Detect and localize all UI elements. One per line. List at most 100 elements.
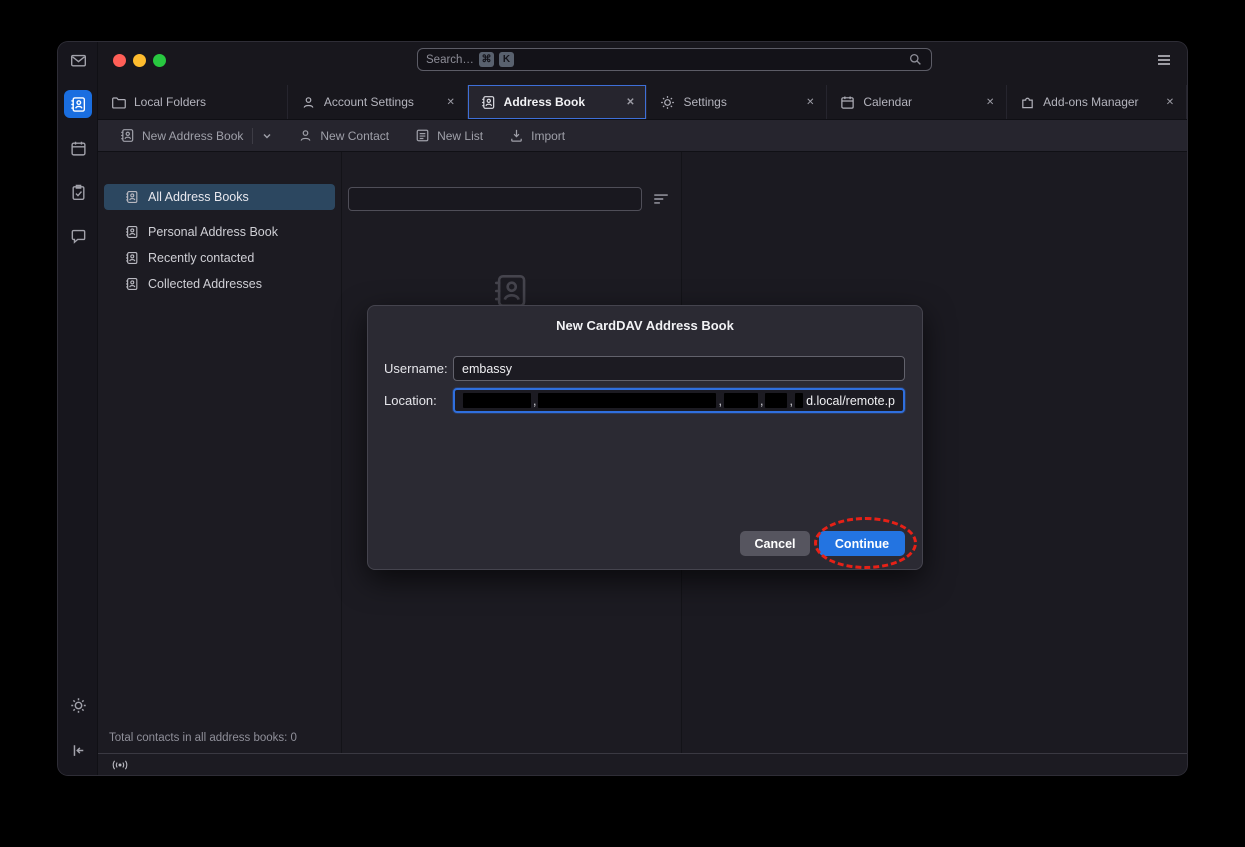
redaction-bar (463, 393, 531, 408)
tab-label: Add-ons Manager (1043, 95, 1154, 109)
book-row-label: All Address Books (148, 190, 249, 204)
book-row-collected-addresses[interactable]: Collected Addresses (104, 271, 335, 297)
total-contacts-status: Total contacts in all address books: 0 (109, 732, 297, 744)
gear-icon (70, 697, 87, 714)
addons-icon (1020, 95, 1035, 110)
new-list-button[interactable]: New List (407, 124, 491, 148)
new-contact-button[interactable]: New Contact (290, 124, 397, 148)
search-icon (908, 52, 923, 67)
redaction-bar (538, 393, 716, 408)
window-controls (113, 54, 166, 67)
location-input[interactable]: , , , , d.local/remote.p (453, 388, 905, 413)
chevron-down-icon[interactable] (262, 131, 272, 141)
address-book-icon (125, 251, 139, 265)
global-search-bar[interactable]: Search… ⌘ K (417, 48, 932, 71)
continue-button[interactable]: Continue (819, 531, 905, 556)
cmd-keycap: ⌘ (479, 52, 494, 67)
redaction-separator: , (789, 394, 792, 408)
titlebar: Search… ⌘ K (98, 42, 1187, 78)
book-row-personal[interactable]: Personal Address Book (104, 219, 335, 245)
location-label: Location: (384, 393, 453, 408)
space-mail-button[interactable] (64, 46, 92, 74)
address-book-icon (70, 96, 87, 113)
tab-close-button[interactable]: ✕ (1162, 94, 1178, 110)
redaction-separator: , (760, 394, 763, 408)
tab-settings[interactable]: Settings ✕ (647, 85, 827, 119)
location-visible-text: d.local/remote.p (806, 394, 895, 408)
redaction-separator: , (533, 394, 536, 408)
book-row-label: Recently contacted (148, 251, 254, 265)
zoom-window-button[interactable] (153, 54, 166, 67)
tab-label: Calendar (863, 95, 974, 109)
new-carddav-dialog: New CardDAV Address Book Username: Locat… (367, 305, 923, 570)
username-row: Username: (384, 356, 905, 381)
tasks-icon (70, 184, 87, 201)
tab-address-book[interactable]: Address Book ✕ (468, 85, 648, 119)
import-button[interactable]: Import (501, 124, 573, 148)
tab-label: Address Book (504, 95, 615, 109)
minimize-window-button[interactable] (133, 54, 146, 67)
tab-close-button[interactable]: ✕ (622, 94, 638, 110)
space-chat-button[interactable] (64, 222, 92, 250)
account-settings-icon (301, 95, 316, 110)
tab-local-folders[interactable]: Local Folders (98, 85, 288, 119)
space-addressbook-button[interactable] (64, 90, 92, 118)
search-placeholder-text: Search… (426, 54, 474, 66)
new-address-book-button[interactable]: New Address Book (112, 124, 280, 148)
mail-icon (70, 52, 87, 69)
location-row: Location: , , , , d.local/remote.p (384, 388, 905, 413)
book-row-label: Collected Addresses (148, 277, 262, 291)
button-label: Import (531, 129, 565, 143)
collapse-spaces-button[interactable] (64, 736, 92, 764)
tab-calendar[interactable]: Calendar ✕ (827, 85, 1007, 119)
import-icon (509, 128, 524, 143)
calendar-icon (70, 140, 87, 157)
k-keycap: K (499, 52, 514, 67)
contacts-search-input[interactable] (348, 187, 642, 211)
folder-icon (111, 95, 126, 110)
tab-account-settings[interactable]: Account Settings ✕ (288, 85, 468, 119)
split-divider (252, 128, 253, 144)
book-row-label: Personal Address Book (148, 225, 278, 239)
address-book-icon (125, 277, 139, 291)
book-row-all-address-books[interactable]: All Address Books (104, 184, 335, 210)
spaces-toolbar (58, 42, 98, 775)
redaction-bar (795, 393, 803, 408)
username-label: Username: (384, 361, 453, 376)
tab-label: Local Folders (134, 95, 279, 109)
space-calendar-button[interactable] (64, 134, 92, 162)
spaces-settings-button[interactable] (64, 691, 92, 719)
gear-icon (660, 95, 675, 110)
address-book-icon (120, 128, 135, 143)
tab-addons-manager[interactable]: Add-ons Manager ✕ (1007, 85, 1187, 119)
list-icon (415, 128, 430, 143)
status-bar (98, 753, 1187, 775)
dialog-title: New CardDAV Address Book (368, 318, 922, 333)
cancel-button[interactable]: Cancel (740, 531, 810, 556)
redaction-bar (765, 393, 787, 408)
tab-bar: Local Folders Account Settings ✕ Address… (98, 78, 1187, 120)
tab-label: Account Settings (324, 95, 435, 109)
collapse-sidebar-icon (70, 742, 87, 759)
tab-close-button[interactable]: ✕ (443, 94, 459, 110)
button-label: New Contact (320, 129, 389, 143)
space-tasks-button[interactable] (64, 178, 92, 206)
display-options-button[interactable] (652, 190, 670, 208)
chat-icon (70, 228, 87, 245)
redaction-bar (724, 393, 758, 408)
close-window-button[interactable] (113, 54, 126, 67)
hamburger-menu-icon (1155, 52, 1173, 68)
sort-lines-icon (652, 190, 670, 208)
tab-close-button[interactable]: ✕ (802, 94, 818, 110)
button-label: New Address Book (142, 129, 243, 143)
book-row-recently-contacted[interactable]: Recently contacted (104, 245, 335, 271)
tab-close-button[interactable]: ✕ (982, 94, 998, 110)
redaction-separator: , (718, 394, 721, 408)
app-menu-button[interactable] (1155, 52, 1173, 68)
address-book-icon (125, 190, 139, 204)
username-input[interactable] (453, 356, 905, 381)
calendar-icon (840, 95, 855, 110)
broadcast-icon[interactable] (110, 758, 130, 772)
address-books-pane: All Address Books Personal Address Book … (98, 152, 342, 753)
address-book-icon (125, 225, 139, 239)
